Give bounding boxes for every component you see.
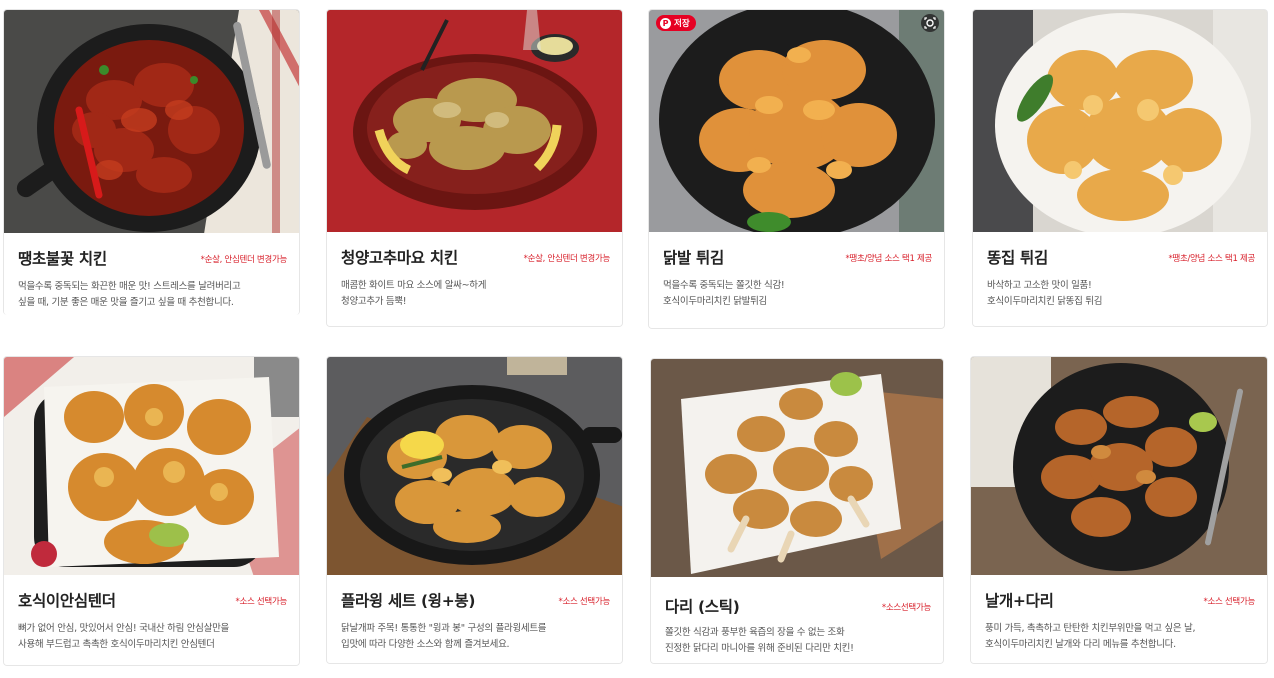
product-badge: *소스 선택가능 — [235, 597, 288, 607]
pinterest-save-button[interactable]: P 저장 — [656, 15, 696, 31]
product-description: 닭날개파 주목! 통통한 "윙과 봉" 구성의 플라윙세트를 입맛에 따라 다양한… — [341, 623, 547, 650]
product-badge: *땡초/양념 소스 택1 제공 — [845, 254, 932, 264]
product-card[interactable]: 땡초불꽃 치킨 *순살, 안심텐더 변경가능 먹을수록 중독되는 화끈한 매운 … — [3, 9, 300, 315]
product-description: 매콤한 화이트 마요 소스에 알싸~하게 청양고추가 듬뿍! — [341, 280, 487, 307]
product-title: 플라윙 세트 (윙+봉) — [341, 592, 476, 610]
product-info: 닭발 튀김 *땡초/양념 소스 택1 제공 먹을수록 중독되는 쫄깃한 식감! 호… — [649, 232, 944, 328]
product-card[interactable]: 날개+다리 *소스 선택가능 풍미 가득, 촉촉하고 탄탄한 치킨부위만을 먹고… — [970, 356, 1268, 664]
product-info: 날개+다리 *소스 선택가능 풍미 가득, 촉촉하고 탄탄한 치킨부위만을 먹고… — [971, 575, 1267, 663]
product-info: 땡초불꽃 치킨 *순살, 안심텐더 변경가능 먹을수록 중독되는 화끈한 매운 … — [4, 233, 299, 315]
product-title: 닭발 튀김 — [663, 249, 724, 267]
product-photo[interactable] — [327, 357, 622, 577]
product-photo[interactable] — [4, 357, 299, 577]
product-photo[interactable] — [971, 357, 1267, 577]
product-photo[interactable] — [651, 359, 943, 579]
product-photo[interactable]: P 저장 — [649, 10, 944, 234]
product-card[interactable]: 똥집 튀김 *땡초/양념 소스 택1 제공 바삭하고 고소한 맛이 일품! 호식이… — [972, 9, 1268, 327]
product-card[interactable]: 다리 (스틱) *소스선택가능 쫄깃한 식감과 풍부한 육즙의 장을 수 없는 … — [650, 358, 944, 664]
product-description: 먹을수록 중독되는 화끈한 매운 맛! 스트레스를 날려버리고 싶을 때, 기분 … — [18, 281, 241, 308]
product-description: 쫄깃한 식감과 풍부한 육즙의 장을 수 없는 조화 진정한 닭다리 마니아를 위… — [665, 627, 854, 654]
product-card[interactable]: 플라윙 세트 (윙+봉) *소스 선택가능 닭날개파 주목! 통통한 "윙과 봉… — [326, 356, 623, 664]
product-description: 뼈가 없어 안심, 맛있어서 안심! 국내산 하림 안심살만을 사용해 부드럽고 … — [18, 623, 229, 650]
product-title: 청양고추마요 치킨 — [341, 249, 458, 267]
product-card[interactable]: 호식이안심텐더 *소스 선택가능 뼈가 없어 안심, 맛있어서 안심! 국내산 … — [3, 356, 300, 666]
product-photo[interactable] — [4, 10, 299, 234]
product-title: 땡초불꽃 치킨 — [18, 250, 107, 268]
product-title: 날개+다리 — [985, 592, 1054, 610]
product-photo[interactable] — [973, 10, 1267, 234]
product-badge: *소스 선택가능 — [558, 597, 611, 607]
product-title: 다리 (스틱) — [665, 598, 740, 616]
product-badge: *순살, 안심텐더 변경가능 — [523, 254, 611, 264]
pinterest-icon: P — [660, 17, 671, 29]
product-info: 플라윙 세트 (윙+봉) *소스 선택가능 닭날개파 주목! 통통한 "윙과 봉… — [327, 575, 622, 663]
product-badge: *땡초/양념 소스 택1 제공 — [1168, 254, 1255, 264]
product-card[interactable]: 청양고추마요 치킨 *순살, 안심텐더 변경가능 매콤한 화이트 마요 소스에 … — [326, 9, 623, 327]
product-description: 바삭하고 고소한 맛이 일품! 호식이두마리치킨 닭똥집 튀김 — [987, 280, 1103, 307]
product-description: 먹을수록 중독되는 쫄깃한 식감! 호식이두마리치킨 닭발튀김 — [663, 280, 785, 307]
product-badge: *소스 선택가능 — [1203, 597, 1256, 607]
product-card[interactable]: P 저장 닭발 튀김 *땡초/양념 소스 택1 제공 먹을수록 중독되는 쫄깃한… — [648, 9, 945, 329]
product-title: 똥집 튀김 — [987, 249, 1048, 267]
visual-search-button[interactable] — [921, 14, 939, 32]
product-badge: *순살, 안심텐더 변경가능 — [200, 255, 288, 265]
product-info: 다리 (스틱) *소스선택가능 쫄깃한 식감과 풍부한 육즙의 장을 수 없는 … — [651, 577, 943, 663]
product-photo[interactable] — [327, 10, 622, 234]
product-badge: *소스선택가능 — [881, 603, 931, 613]
lens-icon — [924, 17, 936, 29]
product-info: 청양고추마요 치킨 *순살, 안심텐더 변경가능 매콤한 화이트 마요 소스에 … — [327, 232, 622, 326]
product-description: 풍미 가득, 촉촉하고 탄탄한 치킨부위만을 먹고 싶은 날, 호식이두마리치킨 … — [985, 623, 1196, 650]
product-title: 호식이안심텐더 — [18, 592, 116, 610]
product-info: 똥집 튀김 *땡초/양념 소스 택1 제공 바삭하고 고소한 맛이 일품! 호식이… — [973, 232, 1267, 326]
product-info: 호식이안심텐더 *소스 선택가능 뼈가 없어 안심, 맛있어서 안심! 국내산 … — [4, 575, 299, 665]
